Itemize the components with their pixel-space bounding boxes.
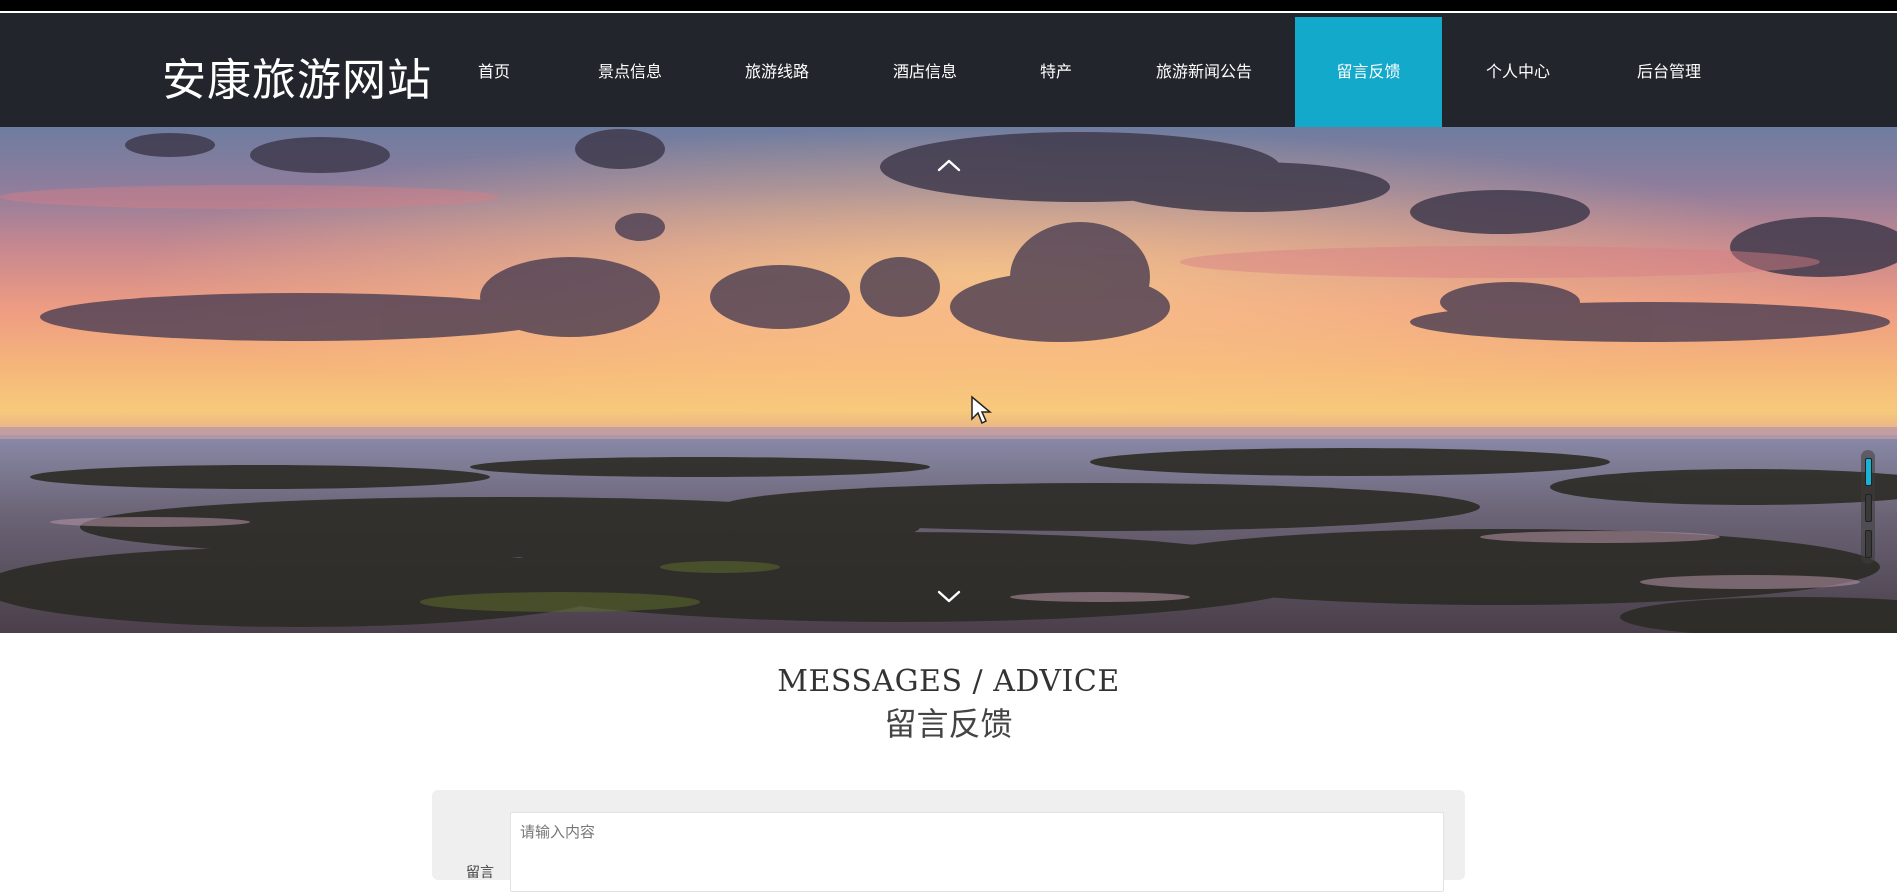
carousel-dot-1[interactable] xyxy=(1865,458,1872,486)
message-content-label: 留言 xyxy=(466,865,494,881)
nav-hotels[interactable]: 酒店信息 xyxy=(887,17,963,127)
section-title-en: MESSAGES / ADVICE xyxy=(777,664,1120,699)
nav-feedback[interactable]: 留言反馈 xyxy=(1295,17,1442,127)
nav-specialties[interactable]: 特产 xyxy=(1034,17,1078,127)
nav-admin[interactable]: 后台管理 xyxy=(1631,17,1707,127)
top-navbar: 安康旅游网站 首页 景点信息 旅游线路 酒店信息 特产 旅游新闻公告 留言反馈 … xyxy=(0,17,1897,127)
carousel-indicator-track xyxy=(1861,450,1875,564)
window-top-strip xyxy=(0,0,1897,17)
carousel-next-button[interactable] xyxy=(934,584,964,608)
nav-home[interactable]: 首页 xyxy=(466,17,522,127)
nav-attractions[interactable]: 景点信息 xyxy=(592,17,668,127)
chevron-down-icon xyxy=(937,590,961,603)
sunset-seascape-image xyxy=(0,127,1897,633)
carousel-dot-2[interactable] xyxy=(1865,494,1872,522)
chevron-up-icon xyxy=(937,159,961,172)
section-title-zh: 留言反馈 xyxy=(884,705,1013,743)
hero-carousel xyxy=(0,127,1897,633)
nav-profile[interactable]: 个人中心 xyxy=(1480,17,1556,127)
message-content-input[interactable] xyxy=(510,812,1444,892)
site-logo[interactable]: 安康旅游网站 xyxy=(162,44,432,108)
nav-routes[interactable]: 旅游线路 xyxy=(739,17,815,127)
carousel-prev-button[interactable] xyxy=(934,153,964,177)
mouse-cursor-icon xyxy=(971,395,992,425)
nav-news[interactable]: 旅游新闻公告 xyxy=(1150,17,1258,127)
carousel-dot-3[interactable] xyxy=(1865,530,1872,558)
